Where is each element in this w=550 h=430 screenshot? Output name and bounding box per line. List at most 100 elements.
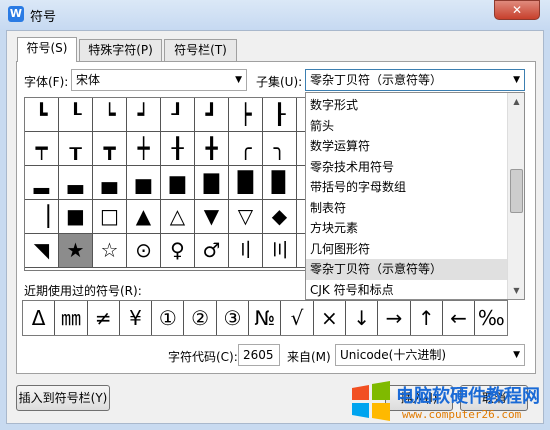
symbol-cell[interactable]: ⊙ [127, 234, 161, 268]
subset-list-item[interactable]: 数学运算符 [306, 136, 508, 157]
chevron-down-icon: ▼ [513, 350, 520, 360]
symbol-cell[interactable]: □ [93, 200, 127, 234]
scroll-thumb[interactable] [510, 169, 523, 213]
symbol-cell[interactable]: 〣 [263, 234, 297, 268]
recent-symbol-cell[interactable]: Δ [23, 301, 56, 335]
symbol-grid[interactable]: ┗┖┕┙┚┛┝┠┣┯┰┳┿╂╋╭╮╯▂▃▄▅▆▇█▉▊▕■□▲△▼▽◆◇◥★☆⊙… [24, 97, 318, 271]
window-title: 符号 [30, 10, 57, 25]
scroll-up-icon[interactable]: ▲ [508, 93, 525, 110]
recent-symbol-cell[interactable]: ㎜ [55, 301, 88, 335]
symbol-cell[interactable]: ☆ [93, 234, 127, 268]
from-select[interactable]: Unicode(十六进制) ▼ [335, 344, 525, 366]
symbol-cell[interactable]: ◥ [25, 234, 59, 268]
symbol-cell[interactable]: ╋ [195, 132, 229, 166]
from-value: Unicode(十六进制) [340, 348, 447, 362]
subset-list-item[interactable]: CJK 符号和标点 [306, 280, 508, 301]
dropdown-scrollbar[interactable]: ▲ ▼ [507, 93, 524, 299]
symbol-cell[interactable]: ┕ [93, 98, 127, 132]
recent-symbol-cell[interactable]: ① [152, 301, 185, 335]
symbol-cell[interactable]: ╮ [263, 132, 297, 166]
symbol-cell[interactable]: △ [161, 200, 195, 234]
insert-to-bar-button[interactable]: 插入到符号栏(Y) [16, 385, 110, 411]
symbol-cell[interactable]: ▄ [93, 166, 127, 200]
symbol-cell[interactable]: ▃ [59, 166, 93, 200]
subset-list-item[interactable]: 带括号的字母数组 [306, 177, 508, 198]
recent-symbol-cell[interactable]: ③ [217, 301, 250, 335]
symbol-cell[interactable]: ♀ [161, 234, 195, 268]
symbol-cell[interactable]: ┳ [93, 132, 127, 166]
symbol-cell[interactable]: ▂ [25, 166, 59, 200]
subset-list-item[interactable]: 数字形式 [306, 95, 508, 116]
symbol-cell[interactable]: ▉ [263, 166, 297, 200]
subset-value: 零杂丁贝符（示意符等） [310, 73, 443, 87]
symbol-cell[interactable]: ┰ [59, 132, 93, 166]
tab-symbols[interactable]: 符号(S) [17, 37, 77, 62]
chevron-down-icon: ▼ [235, 75, 242, 85]
subset-list-item[interactable]: 方块元素 [306, 218, 508, 239]
subset-list-item[interactable]: 制表符 [306, 198, 508, 219]
font-select[interactable]: 宋体 ▼ [71, 69, 247, 91]
title-bar [0, 0, 550, 30]
symbol-cell[interactable]: ◆ [263, 200, 297, 234]
tab-symbol-bar[interactable]: 符号栏(T) [164, 39, 237, 61]
font-value: 宋体 [76, 73, 101, 87]
windows-logo-icon [352, 381, 390, 421]
recent-label: 近期使用过的符号(R): [24, 284, 142, 298]
recent-symbols[interactable]: Δ ㎜ ≠ ¥ ① ② ③ № √ × ↓ → ↑ ← ‰ [22, 300, 508, 336]
char-code-input[interactable]: 2605 [238, 344, 280, 366]
scroll-down-icon[interactable]: ▼ [508, 282, 525, 299]
watermark-text: 电脑软硬件教程网 [396, 386, 540, 407]
symbol-cell[interactable]: 〢 [229, 234, 263, 268]
symbol-cell[interactable]: ┛ [195, 98, 229, 132]
subset-list-item[interactable]: 箭头 [306, 116, 508, 137]
chevron-down-icon: ▼ [513, 75, 520, 85]
recent-symbol-cell[interactable]: ↓ [346, 301, 379, 335]
recent-symbol-cell[interactable]: × [314, 301, 346, 335]
subset-list-item[interactable]: 零杂技术用符号 [306, 157, 508, 178]
symbol-cell[interactable]: ▲ [127, 200, 161, 234]
subset-select[interactable]: 零杂丁贝符（示意符等） ▼ [305, 69, 525, 91]
symbol-cell[interactable]: ▅ [127, 166, 161, 200]
subset-dropdown-list[interactable]: 数字形式 箭头 数学运算符 零杂技术用符号 带括号的字母数组 制表符 方块元素 几何图形符 零杂… [305, 92, 525, 300]
recent-symbol-cell[interactable]: ↑ [411, 301, 443, 335]
subset-list-item[interactable]: 零杂丁贝符（示意符等） [306, 259, 508, 280]
char-code-label: 字符代码(C): [168, 350, 238, 364]
subset-label: 子集(U): [256, 75, 303, 89]
symbol-cell[interactable]: ┿ [127, 132, 161, 166]
recent-symbol-cell[interactable]: ≠ [88, 301, 120, 335]
recent-symbol-cell[interactable]: ¥ [120, 301, 153, 335]
recent-symbol-cell[interactable]: → [378, 301, 411, 335]
symbol-cell[interactable]: ┗ [25, 98, 59, 132]
from-label: 来自(M) [287, 350, 331, 364]
symbol-cell[interactable]: ▕ [25, 200, 59, 234]
recent-symbol-cell[interactable]: № [249, 301, 282, 335]
symbol-cell[interactable]: ▼ [195, 200, 229, 234]
recent-symbol-cell[interactable]: ‰ [475, 301, 507, 335]
symbol-cell[interactable]: ■ [59, 200, 93, 234]
symbol-cell[interactable]: ┠ [263, 98, 297, 132]
wps-app-icon: W [8, 6, 24, 22]
subset-list-item[interactable]: 几何图形符 [306, 239, 508, 260]
symbol-cell[interactable]: █ [229, 166, 263, 200]
symbol-cell[interactable]: ╂ [161, 132, 195, 166]
symbol-cell[interactable]: ╭ [229, 132, 263, 166]
symbol-cell[interactable]: ┝ [229, 98, 263, 132]
char-code-value: 2605 [243, 348, 274, 362]
close-button[interactable]: ✕ [494, 0, 540, 20]
tab-special-chars[interactable]: 特殊字符(P) [79, 39, 162, 61]
watermark-url: www.computer26.com [402, 408, 522, 421]
symbol-cell[interactable]: ▽ [229, 200, 263, 234]
symbol-cell[interactable]: ┯ [25, 132, 59, 166]
symbol-cell[interactable]: ♂ [195, 234, 229, 268]
symbol-cell[interactable]: ▇ [195, 166, 229, 200]
recent-symbol-cell[interactable]: √ [281, 301, 314, 335]
recent-symbol-cell[interactable]: ② [185, 301, 217, 335]
symbol-cell-selected[interactable]: ★ [59, 234, 93, 268]
recent-symbol-cell[interactable]: ← [443, 301, 476, 335]
symbol-cell[interactable]: ┙ [127, 98, 161, 132]
symbol-cell[interactable]: ▆ [161, 166, 195, 200]
symbol-cell[interactable]: ┚ [161, 98, 195, 132]
site-watermark: 电脑软硬件教程网 www.computer26.com [350, 378, 546, 426]
symbol-cell[interactable]: ┖ [59, 98, 93, 132]
font-label: 字体(F): [24, 75, 69, 89]
